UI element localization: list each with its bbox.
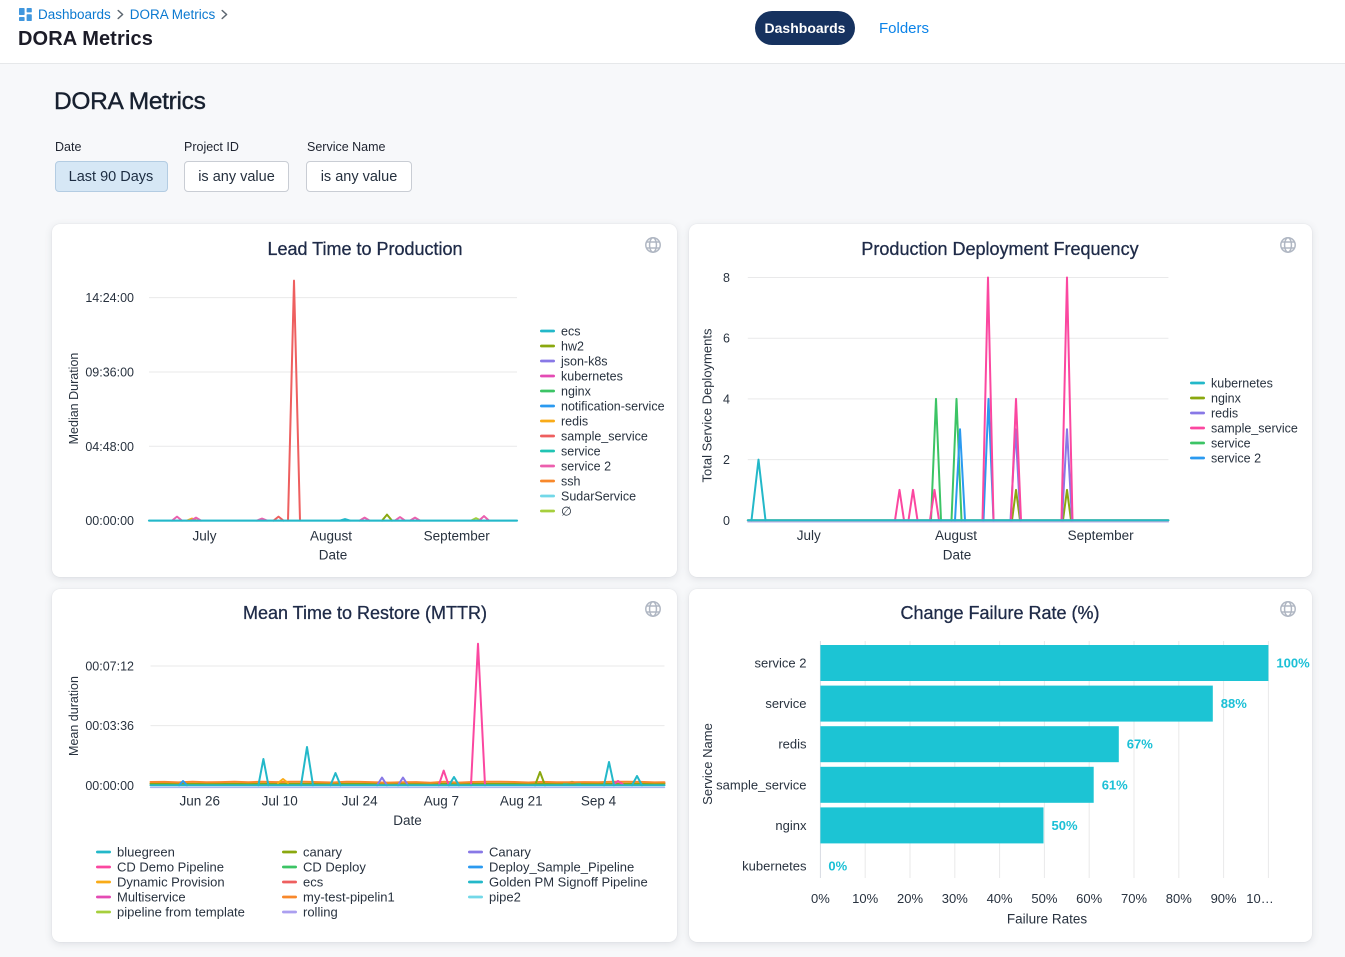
- svg-text:Dynamic Provision: Dynamic Provision: [117, 874, 225, 889]
- svg-text:Date: Date: [943, 548, 972, 563]
- svg-text:Median Duration: Median Duration: [67, 353, 81, 445]
- svg-text:6: 6: [723, 332, 730, 346]
- svg-text:50%: 50%: [1031, 891, 1057, 906]
- svg-text:kubernetes: kubernetes: [561, 369, 623, 383]
- svg-text:80%: 80%: [1166, 891, 1192, 906]
- svg-text:70%: 70%: [1121, 891, 1147, 906]
- svg-text:service 2: service 2: [561, 459, 611, 473]
- svg-text:100%: 100%: [1276, 656, 1310, 671]
- svg-text:nginx: nginx: [561, 384, 592, 398]
- svg-text:20%: 20%: [897, 891, 923, 906]
- svg-text:service: service: [1211, 436, 1251, 450]
- svg-text:14:24:00: 14:24:00: [85, 291, 134, 305]
- svg-text:Deploy_Sample_Pipeline: Deploy_Sample_Pipeline: [489, 859, 634, 874]
- svg-text:0%: 0%: [811, 891, 830, 906]
- svg-text:SudarService: SudarService: [561, 489, 636, 503]
- svg-text:88%: 88%: [1221, 696, 1247, 711]
- svg-text:00:00:00: 00:00:00: [85, 514, 134, 528]
- svg-text:0: 0: [723, 514, 730, 528]
- svg-text:kubernetes: kubernetes: [742, 859, 807, 874]
- svg-text:09:36:00: 09:36:00: [85, 366, 134, 380]
- svg-text:CD Deploy: CD Deploy: [303, 859, 366, 874]
- svg-text:pipe2: pipe2: [489, 889, 521, 904]
- svg-text:Jun 26: Jun 26: [180, 794, 221, 809]
- svg-text:redis: redis: [1211, 406, 1238, 420]
- svg-text:July: July: [192, 529, 216, 544]
- svg-text:67%: 67%: [1127, 737, 1153, 752]
- svg-text:service: service: [765, 696, 806, 711]
- svg-text:redis: redis: [561, 414, 588, 428]
- svg-text:Aug 21: Aug 21: [500, 794, 543, 809]
- svg-text:4: 4: [723, 392, 730, 406]
- svg-text:hw2: hw2: [561, 339, 584, 353]
- svg-text:nginx: nginx: [775, 818, 807, 833]
- svg-text:Change Failure Rate (%): Change Failure Rate (%): [900, 603, 1099, 623]
- svg-text:service: service: [561, 444, 601, 458]
- svg-text:CD Demo Pipeline: CD Demo Pipeline: [117, 859, 224, 874]
- svg-text:2: 2: [723, 453, 730, 467]
- svg-text:Sep 4: Sep 4: [581, 794, 617, 809]
- svg-text:8: 8: [723, 271, 730, 285]
- svg-text:ecs: ecs: [303, 874, 324, 889]
- svg-text:July: July: [797, 528, 821, 543]
- svg-text:sample_service: sample_service: [561, 429, 648, 443]
- svg-text:Mean Time to Restore (MTTR): Mean Time to Restore (MTTR): [243, 603, 487, 623]
- svg-text:Date: Date: [319, 548, 348, 563]
- svg-text:September: September: [424, 529, 491, 544]
- svg-text:Production Deployment Frequenc: Production Deployment Frequency: [861, 239, 1138, 259]
- svg-text:September: September: [1068, 528, 1135, 543]
- svg-text:August: August: [935, 528, 977, 543]
- svg-text:ssh: ssh: [561, 474, 581, 488]
- svg-text:0%: 0%: [828, 859, 847, 874]
- svg-text:Mean duration: Mean duration: [67, 676, 81, 756]
- svg-text:my-test-pipelin1: my-test-pipelin1: [303, 889, 395, 904]
- svg-text:Service Name: Service Name: [700, 723, 715, 805]
- svg-text:90%: 90%: [1211, 891, 1237, 906]
- svg-text:ecs: ecs: [561, 324, 580, 338]
- svg-text:40%: 40%: [987, 891, 1013, 906]
- svg-text:00:00:00: 00:00:00: [85, 779, 134, 793]
- svg-text:August: August: [310, 529, 352, 544]
- svg-text:10…: 10…: [1246, 891, 1273, 906]
- svg-text:00:03:36: 00:03:36: [85, 719, 134, 733]
- svg-text:60%: 60%: [1076, 891, 1102, 906]
- svg-text:61%: 61%: [1102, 777, 1128, 792]
- svg-text:canary: canary: [303, 844, 343, 859]
- svg-text:sample_service: sample_service: [716, 777, 806, 792]
- svg-text:Date: Date: [393, 813, 422, 828]
- svg-text:service 2: service 2: [754, 656, 806, 671]
- svg-text:notification-service: notification-service: [561, 399, 665, 413]
- svg-text:json-k8s: json-k8s: [560, 354, 608, 368]
- svg-text:Failure Rates: Failure Rates: [1007, 912, 1088, 927]
- svg-text:Canary: Canary: [489, 844, 531, 859]
- svg-text:redis: redis: [778, 737, 807, 752]
- svg-text:nginx: nginx: [1211, 391, 1242, 405]
- svg-text:bluegreen: bluegreen: [117, 844, 175, 859]
- svg-text:Multiservice: Multiservice: [117, 889, 186, 904]
- svg-text:Jul 24: Jul 24: [342, 794, 379, 809]
- svg-text:04:48:00: 04:48:00: [85, 440, 134, 454]
- svg-text:sample_service: sample_service: [1211, 421, 1298, 435]
- svg-text:30%: 30%: [942, 891, 968, 906]
- svg-text:Jul 10: Jul 10: [262, 794, 298, 809]
- svg-text:pipeline from template: pipeline from template: [117, 904, 245, 919]
- svg-text:kubernetes: kubernetes: [1211, 376, 1273, 390]
- svg-text:service 2: service 2: [1211, 451, 1261, 465]
- svg-text:00:07:12: 00:07:12: [85, 660, 134, 674]
- svg-text:∅: ∅: [561, 504, 572, 518]
- svg-text:Total Service Deployments: Total Service Deployments: [700, 328, 715, 482]
- svg-text:Lead Time to Production: Lead Time to Production: [267, 239, 462, 259]
- svg-text:rolling: rolling: [303, 904, 338, 919]
- svg-text:50%: 50%: [1052, 818, 1078, 833]
- svg-text:10%: 10%: [852, 891, 878, 906]
- svg-text:Aug 7: Aug 7: [424, 794, 459, 809]
- svg-text:Golden PM Signoff Pipeline: Golden PM Signoff Pipeline: [489, 874, 648, 889]
